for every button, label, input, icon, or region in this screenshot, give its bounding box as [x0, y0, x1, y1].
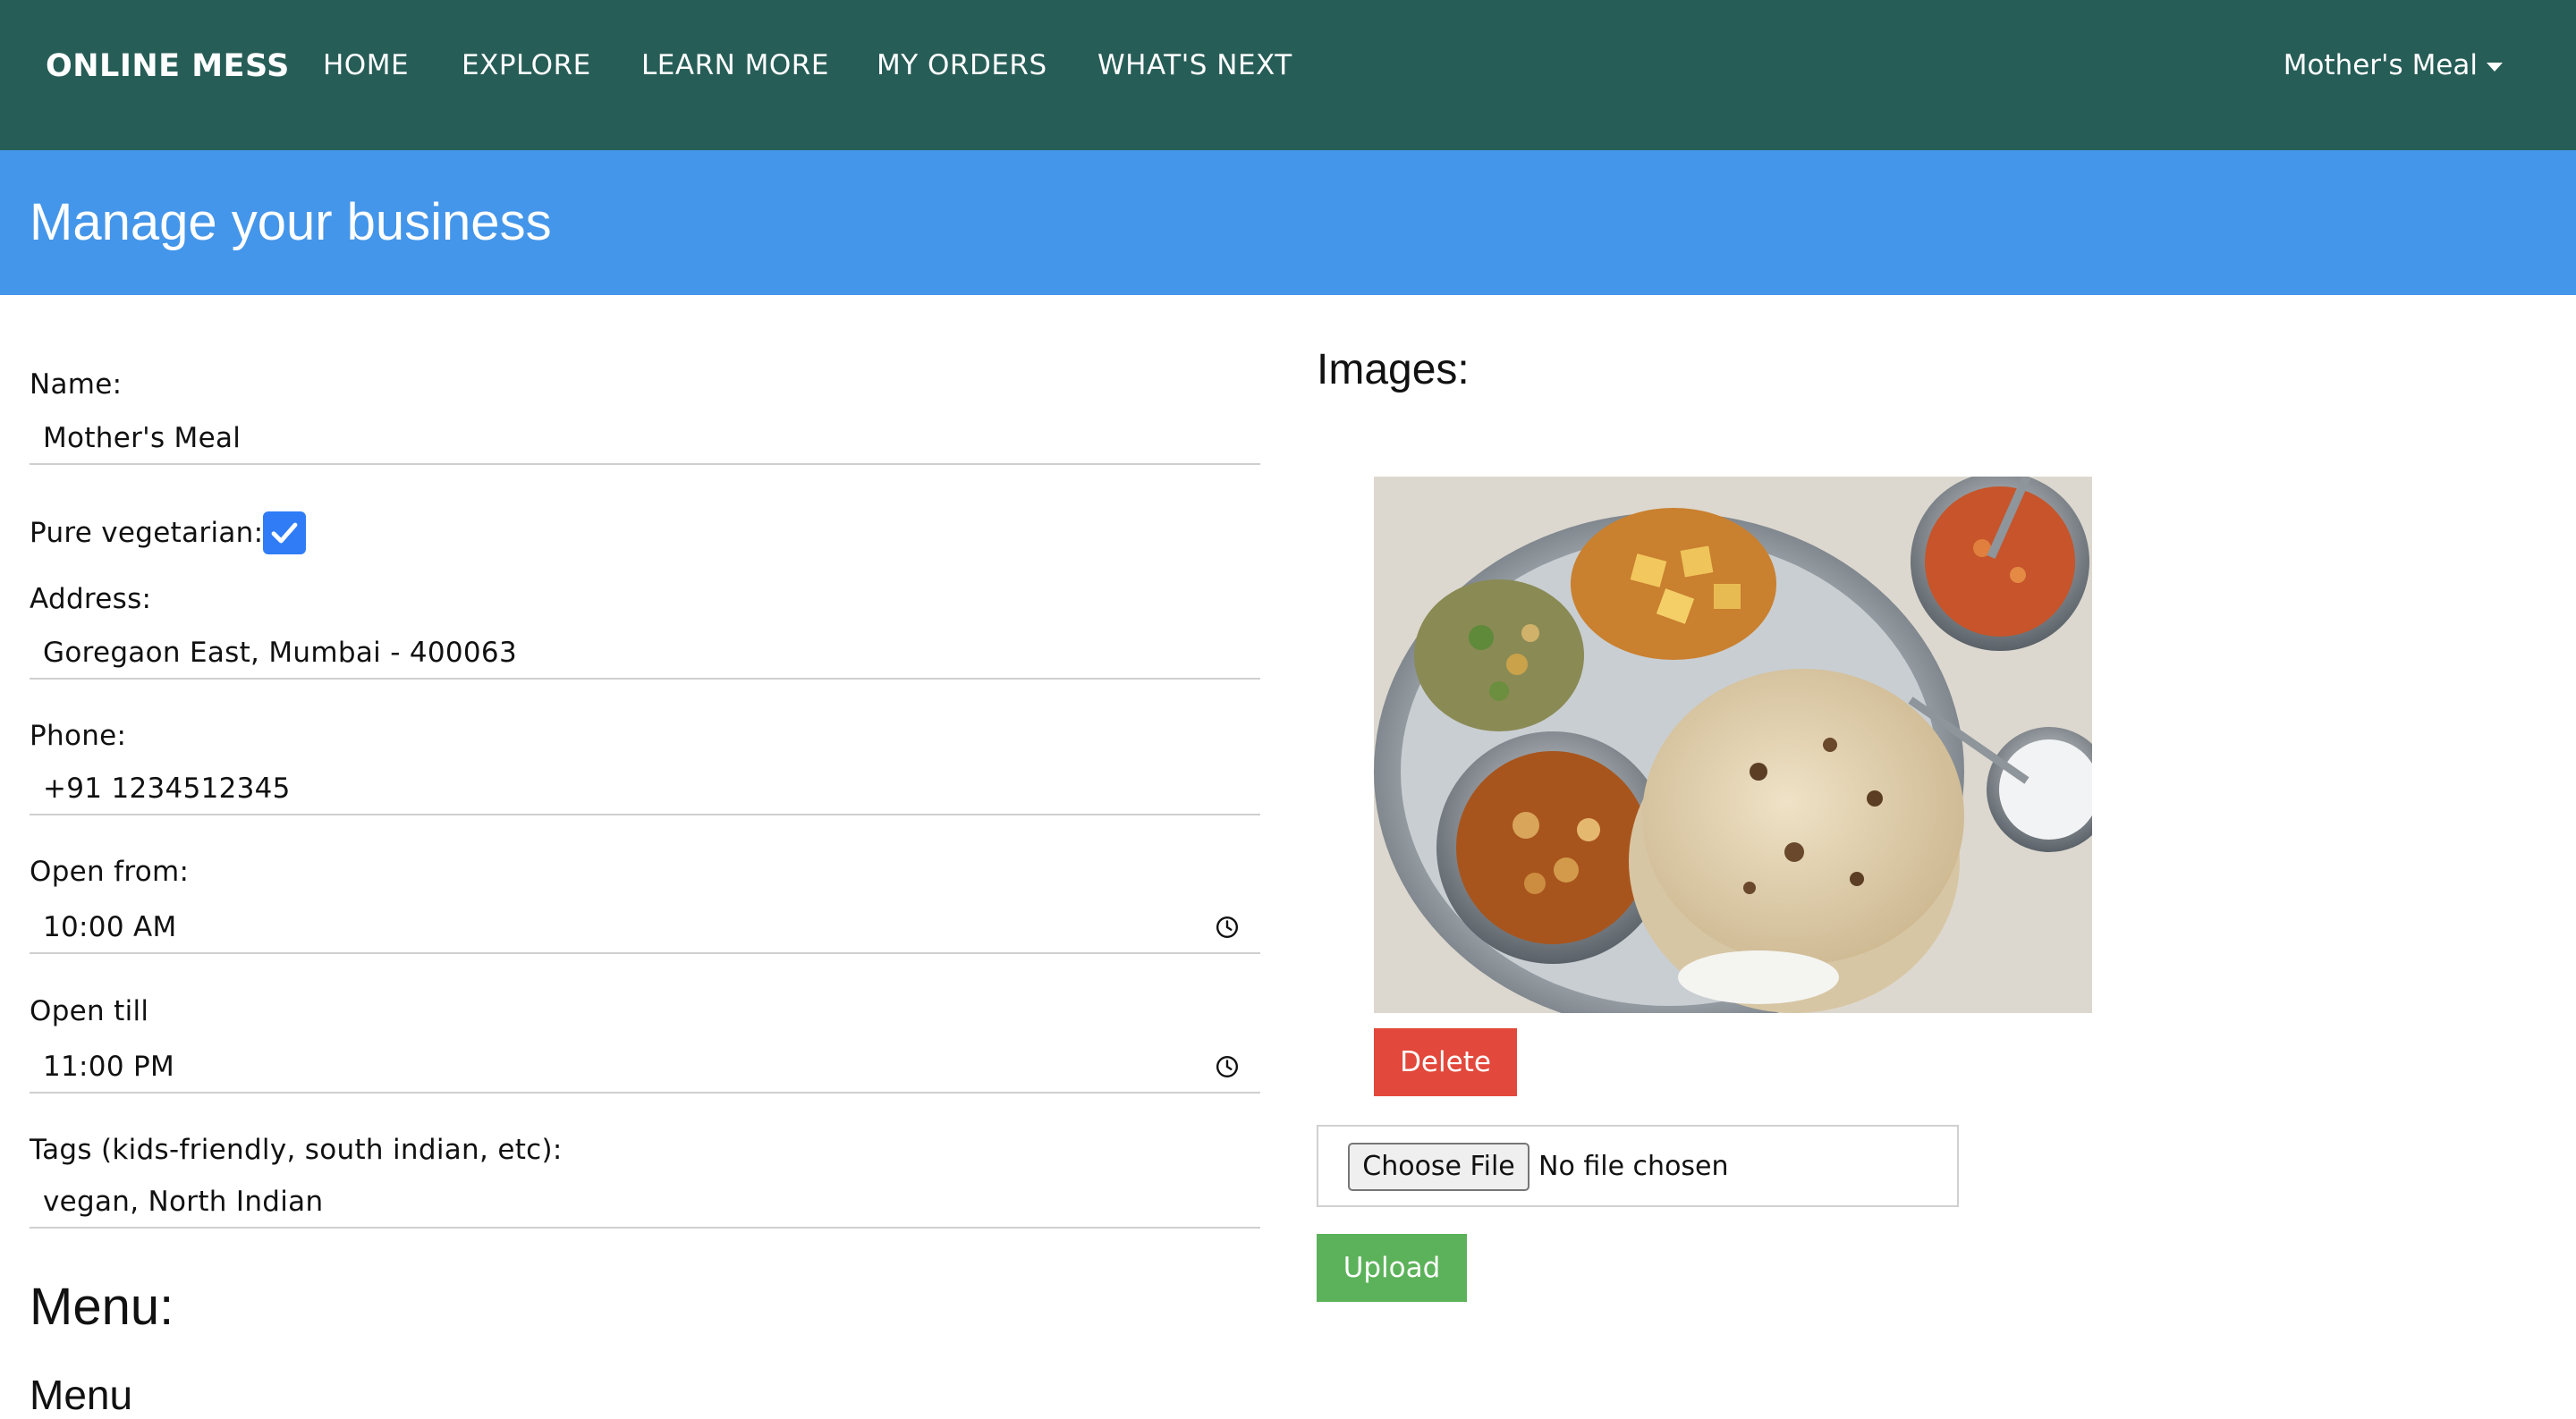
user-menu-dropdown[interactable]: Mother's Meal	[2284, 49, 2503, 81]
open-till-label: Open till	[30, 995, 149, 1027]
nav-explore[interactable]: EXPLORE	[462, 49, 591, 81]
upload-button[interactable]: Upload	[1317, 1234, 1467, 1302]
clock-icon[interactable]	[1216, 1055, 1239, 1078]
images-heading: Images:	[1317, 346, 1470, 393]
page-banner: Manage your business	[0, 150, 2576, 295]
tags-input[interactable]: vegan, North Indian	[30, 1175, 1260, 1229]
phone-input[interactable]: +91 1234512345	[30, 762, 1260, 815]
delete-image-button[interactable]: Delete	[1374, 1028, 1517, 1096]
open-till-time-input[interactable]: 11:00 PM	[30, 1040, 1260, 1094]
menu-subheading: Menu	[30, 1372, 133, 1418]
menu-heading: Menu:	[30, 1278, 174, 1336]
name-input[interactable]: Mother's Meal	[30, 411, 1260, 465]
top-navbar: ONLINE MESS HOME EXPLORE LEARN MORE MY O…	[0, 0, 2576, 150]
pure-vegetarian-checkbox[interactable]	[263, 511, 306, 554]
caret-down-icon	[2487, 62, 2503, 72]
name-label: Name:	[30, 368, 123, 401]
tags-label: Tags (kids-friendly, south indian, etc):	[30, 1134, 563, 1166]
open-from-value: 10:00 AM	[43, 911, 177, 943]
clock-icon[interactable]	[1216, 916, 1239, 939]
nav-whats-next[interactable]: WHAT'S NEXT	[1097, 49, 1292, 81]
nav-learn-more[interactable]: LEARN MORE	[641, 49, 829, 81]
open-till-value: 11:00 PM	[43, 1051, 175, 1083]
file-upload-box: Choose File No file chosen	[1317, 1125, 1959, 1207]
phone-label: Phone:	[30, 720, 127, 752]
file-status-text: No file chosen	[1538, 1151, 1729, 1182]
address-label: Address:	[30, 583, 152, 615]
user-name: Mother's Meal	[2283, 49, 2478, 81]
choose-file-button[interactable]: Choose File	[1348, 1143, 1530, 1191]
nav-home[interactable]: HOME	[323, 49, 409, 81]
thali-food-image	[1374, 477, 2092, 1013]
brand-logo[interactable]: ONLINE MESS	[46, 48, 290, 84]
checkmark-icon	[271, 522, 298, 544]
veg-label: Pure vegetarian:	[30, 517, 264, 549]
open-from-time-input[interactable]: 10:00 AM	[30, 900, 1260, 954]
address-input[interactable]: Goregaon East, Mumbai - 400063	[30, 626, 1260, 680]
open-from-label: Open from:	[30, 856, 190, 888]
page-title: Manage your business	[30, 193, 552, 251]
nav-my-orders[interactable]: MY ORDERS	[877, 49, 1047, 81]
